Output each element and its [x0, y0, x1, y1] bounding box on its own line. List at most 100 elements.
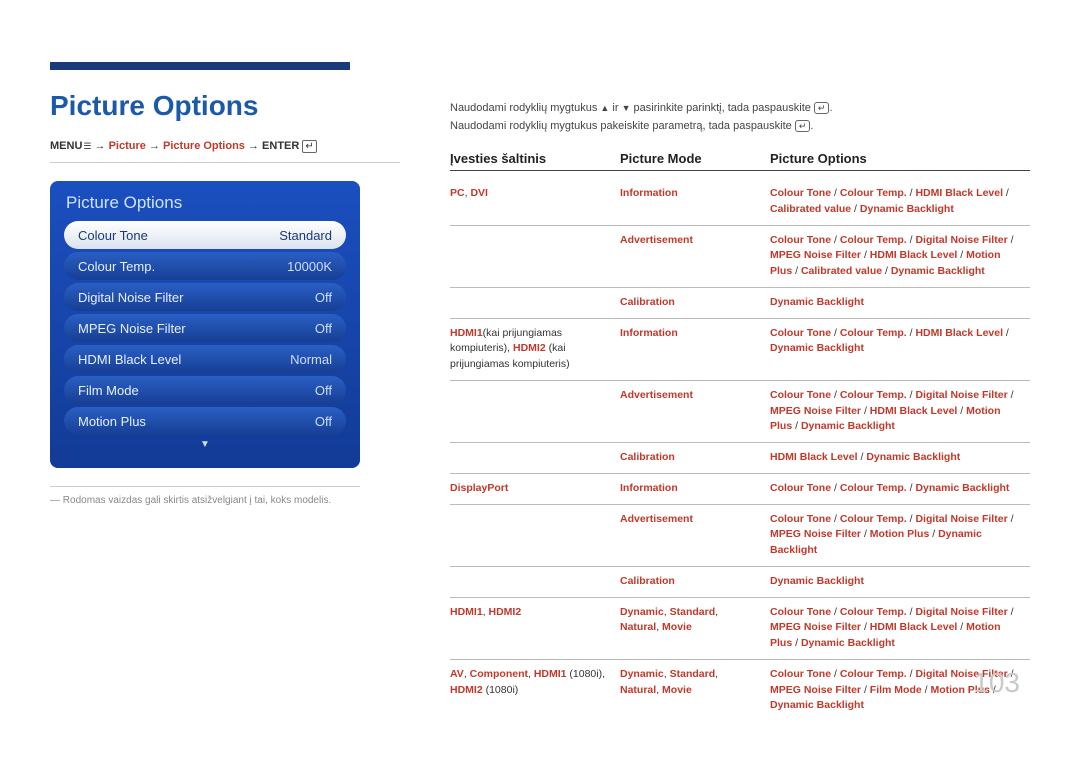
cell-source: DisplayPort — [450, 481, 620, 497]
intro-text-1d: . — [829, 102, 832, 114]
cell-source — [450, 512, 620, 559]
breadcrumb-enter: ENTER — [262, 140, 299, 152]
osd-row-value: 10000K — [287, 259, 332, 274]
cell-options: Colour Tone / Colour Temp. / Dynamic Bac… — [770, 481, 1030, 497]
table-row: HDMI1(kai prijungiamas kompiuteris), HDM… — [450, 319, 1030, 381]
osd-panel: Picture Options Colour ToneStandardColou… — [50, 181, 360, 468]
osd-row-value: Off — [315, 383, 332, 398]
up-arrow-icon — [600, 102, 609, 114]
table-row: HDMI1, HDMI2Dynamic, Standard, Natural, … — [450, 598, 1030, 660]
cell-mode: Dynamic, Standard, Natural, Movie — [620, 667, 770, 714]
intro-text-1c: pasirinkite parinktį, tada paspauskite — [630, 102, 813, 114]
table-row: DisplayPortInformationColour Tone / Colo… — [450, 474, 1030, 505]
cell-source — [450, 574, 620, 590]
col-header-source: Įvesties šaltinis — [450, 151, 620, 166]
breadcrumb: MENU → Picture → Picture Options → ENTER — [50, 140, 400, 163]
options-table: Įvesties šaltinis Picture Mode Picture O… — [450, 151, 1030, 721]
osd-row[interactable]: HDMI Black Level Normal — [64, 345, 346, 373]
table-header: Įvesties šaltinis Picture Mode Picture O… — [450, 151, 1030, 171]
menu-icon — [82, 140, 91, 152]
intro-text-2b: . — [810, 120, 813, 132]
osd-row[interactable]: Colour Tone Standard — [64, 221, 346, 249]
breadcrumb-arrow: → — [248, 140, 259, 152]
intro-text: Naudodami rodyklių mygtukus ir pasirinki… — [450, 100, 1030, 135]
enter-icon — [795, 120, 811, 132]
osd-row-label: HDMI Black Level — [78, 352, 181, 367]
osd-title: Picture Options — [64, 193, 346, 213]
cell-mode: Information — [620, 481, 770, 497]
osd-row-value: Off — [315, 414, 332, 429]
cell-mode: Calibration — [620, 574, 770, 590]
cell-mode: Calibration — [620, 450, 770, 466]
osd-row-value: Standard — [279, 228, 332, 243]
cell-mode: Information — [620, 186, 770, 218]
table-row: AdvertisementColour Tone / Colour Temp. … — [450, 226, 1030, 288]
cell-options: Colour Tone / Colour Temp. / HDMI Black … — [770, 186, 1030, 218]
breadcrumb-menu: MENU — [50, 140, 82, 152]
osd-row[interactable]: MPEG Noise Filter Off — [64, 314, 346, 342]
cell-mode: Advertisement — [620, 512, 770, 559]
breadcrumb-picture: Picture — [109, 140, 146, 152]
cell-options: Dynamic Backlight — [770, 574, 1030, 590]
cell-options: Colour Tone / Colour Temp. / HDMI Black … — [770, 326, 1030, 373]
left-column: Picture Options MENU → Picture → Picture… — [50, 40, 400, 506]
osd-row-value: Off — [315, 321, 332, 336]
osd-row-label: Colour Tone — [78, 228, 148, 243]
cell-mode: Advertisement — [620, 388, 770, 435]
cell-options: Colour Tone / Colour Temp. / Digital Noi… — [770, 233, 1030, 280]
enter-icon — [302, 140, 316, 152]
cell-source: HDMI1(kai prijungiamas kompiuteris), HDM… — [450, 326, 620, 373]
table-row: PC, DVIInformationColour Tone / Colour T… — [450, 179, 1030, 226]
table-row: CalibrationHDMI Black Level / Dynamic Ba… — [450, 443, 1030, 474]
breadcrumb-arrow: → — [95, 140, 106, 152]
cell-mode: Calibration — [620, 295, 770, 311]
page-title: Picture Options — [50, 90, 400, 122]
cell-source: PC, DVI — [450, 186, 620, 218]
breadcrumb-arrow: → — [149, 140, 160, 152]
table-row: CalibrationDynamic Backlight — [450, 288, 1030, 319]
osd-row-label: Film Mode — [78, 383, 139, 398]
footnote: ― Rodomas vaizdas gali skirtis atsižvelg… — [50, 486, 360, 506]
table-row: CalibrationDynamic Backlight — [450, 567, 1030, 598]
intro-text-2a: Naudodami rodyklių mygtukus pakeiskite p… — [450, 120, 795, 132]
cell-options: HDMI Black Level / Dynamic Backlight — [770, 450, 1030, 466]
footnote-dash: ― — [50, 495, 60, 506]
cell-options: Dynamic Backlight — [770, 295, 1030, 311]
cell-options: Colour Tone / Colour Temp. / Digital Noi… — [770, 512, 1030, 559]
osd-row-value: Normal — [290, 352, 332, 367]
col-header-mode: Picture Mode — [620, 151, 770, 166]
footnote-text: Rodomas vaizdas gali skirtis atsižvelgia… — [63, 495, 331, 506]
table-row: AdvertisementColour Tone / Colour Temp. … — [450, 381, 1030, 443]
cell-source — [450, 233, 620, 280]
table-row: AdvertisementColour Tone / Colour Temp. … — [450, 505, 1030, 567]
table-row: AV, Component, HDMI1 (1080i), HDMI2 (108… — [450, 660, 1030, 721]
col-header-options: Picture Options — [770, 151, 1030, 166]
osd-row[interactable]: Digital Noise Filter Off — [64, 283, 346, 311]
osd-row-label: MPEG Noise Filter — [78, 321, 186, 336]
cell-mode: Information — [620, 326, 770, 373]
osd-row[interactable]: Colour Temp. 10000K — [64, 252, 346, 280]
enter-icon — [814, 102, 830, 114]
cell-mode: Advertisement — [620, 233, 770, 280]
cell-source — [450, 388, 620, 435]
right-column: Naudodami rodyklių mygtukus ir pasirinki… — [450, 40, 1030, 721]
cell-source — [450, 295, 620, 311]
cell-source: HDMI1, HDMI2 — [450, 605, 620, 652]
cell-mode: Dynamic, Standard, Natural, Movie — [620, 605, 770, 652]
cell-options: Colour Tone / Colour Temp. / Digital Noi… — [770, 388, 1030, 435]
osd-row-label: Colour Temp. — [78, 259, 155, 274]
intro-text-1b: ir — [609, 102, 621, 114]
osd-row-value: Off — [315, 290, 332, 305]
cell-source: AV, Component, HDMI1 (1080i), HDMI2 (108… — [450, 667, 620, 714]
scroll-down-icon[interactable]: ▼ — [64, 439, 346, 450]
cell-source — [450, 450, 620, 466]
osd-row-label: Motion Plus — [78, 414, 146, 429]
header-accent-bar — [50, 62, 350, 70]
osd-row[interactable]: Film Mode Off — [64, 376, 346, 404]
cell-options: Colour Tone / Colour Temp. / Digital Noi… — [770, 605, 1030, 652]
intro-text-1a: Naudodami rodyklių mygtukus — [450, 102, 600, 114]
breadcrumb-picture-options: Picture Options — [163, 140, 245, 152]
osd-row[interactable]: Motion Plus Off — [64, 407, 346, 435]
page-number: 103 — [973, 667, 1020, 699]
osd-row-label: Digital Noise Filter — [78, 290, 183, 305]
